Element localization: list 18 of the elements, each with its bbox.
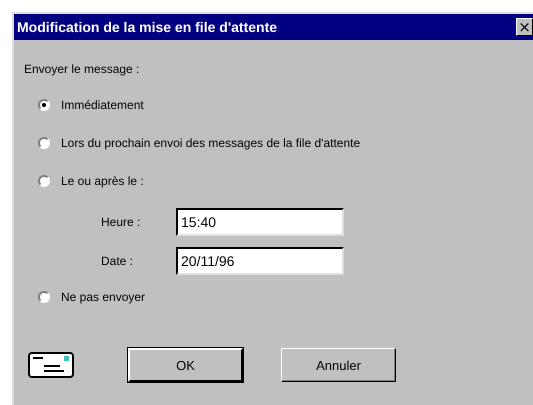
input-field[interactable]: 20/11/96 [176,247,344,275]
field-label: Date : [101,254,134,268]
envelope-icon [28,352,74,378]
radio-button[interactable] [38,175,50,187]
radio-button[interactable] [38,291,50,303]
radio-option[interactable]: Le ou après le : [38,172,144,190]
input-field[interactable]: 15:40 [176,208,344,236]
ok-button[interactable]: OK [128,348,243,382]
prompt-label: Envoyer le message : [24,62,140,76]
radio-button[interactable] [38,99,50,111]
radio-option[interactable]: Immédiatement [38,96,144,114]
radio-option[interactable]: Lors du prochain envoi des messages de la file d'attente [38,134,360,152]
field-label: Heure : [101,215,142,229]
radio-button[interactable] [38,137,50,149]
cancel-button[interactable]: Annuler [281,348,396,382]
close-button[interactable]: × [516,18,533,36]
window-title: Modification de la mise en file d'attente [17,19,278,35]
radio-option[interactable]: Ne pas envoyer [38,288,146,306]
